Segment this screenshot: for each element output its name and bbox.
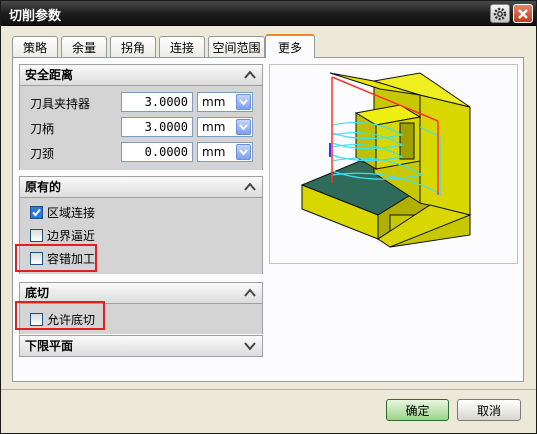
- section-title: 底切: [25, 286, 50, 300]
- footer-divider: [1, 389, 536, 390]
- chevron-up-icon[interactable]: [243, 179, 257, 195]
- preview-image: [269, 64, 518, 264]
- unit-value: mm: [202, 120, 226, 134]
- unit-value: mm: [202, 145, 226, 159]
- tab-containment[interactable]: 空间范围: [208, 36, 265, 57]
- chevron-down-icon[interactable]: [243, 338, 257, 354]
- section-title: 安全距离: [25, 68, 74, 82]
- cancel-button[interactable]: 取消: [457, 399, 521, 421]
- dialog-title: 切削参数: [9, 9, 62, 24]
- chevron-up-icon[interactable]: [243, 285, 257, 301]
- tab-corners[interactable]: 拐角: [110, 36, 156, 57]
- section-title: 原有的: [25, 180, 62, 194]
- ok-button[interactable]: 确定: [386, 399, 449, 421]
- gear-icon[interactable]: [490, 4, 510, 23]
- highlight-tolerant-machining: [15, 244, 97, 272]
- neck-unit-select[interactable]: mm: [197, 142, 253, 162]
- chevron-down-icon[interactable]: [236, 94, 251, 110]
- tool-holder-input[interactable]: 3.0000: [121, 92, 193, 112]
- section-legacy-header[interactable]: 原有的: [19, 176, 263, 198]
- region-connect-checkbox[interactable]: [30, 205, 43, 219]
- tool-holder-label: 刀具夹持器: [30, 97, 91, 111]
- shank-input[interactable]: 3.0000: [121, 117, 193, 137]
- tab-strategy[interactable]: 策略: [12, 36, 58, 57]
- boundary-approx-checkbox[interactable]: [30, 228, 43, 242]
- options-pane: 安全距离 刀具夹持器 3.0000 mm 刀柄 3.0000 mm 刀颈 0.0…: [15, 64, 263, 357]
- neck-input[interactable]: 0.0000: [121, 142, 193, 162]
- region-connect-label: 区域连接: [47, 205, 96, 220]
- boundary-approx-option[interactable]: 边界逼近: [30, 226, 95, 244]
- chevron-up-icon[interactable]: [243, 67, 257, 83]
- tab-more[interactable]: 更多: [265, 34, 315, 58]
- tab-connections[interactable]: 连接: [159, 36, 205, 57]
- tab-stock[interactable]: 余量: [61, 36, 107, 57]
- shank-label: 刀柄: [30, 122, 55, 136]
- unit-value: mm: [202, 95, 226, 109]
- neck-label: 刀颈: [30, 147, 55, 161]
- region-connect-option[interactable]: 区域连接: [30, 203, 95, 221]
- section-safety-clearance-body: 刀具夹持器 3.0000 mm 刀柄 3.0000 mm 刀颈 0.0000 m…: [19, 86, 263, 170]
- boundary-approx-label: 边界逼近: [47, 228, 96, 243]
- tab-panel-more: 安全距离 刀具夹持器 3.0000 mm 刀柄 3.0000 mm 刀颈 0.0…: [12, 57, 524, 382]
- title-bar[interactable]: 切削参数: [1, 1, 536, 26]
- close-icon[interactable]: [513, 4, 533, 23]
- highlight-allow-undercut: [15, 301, 105, 330]
- section-lower-limit-header[interactable]: 下限平面: [19, 335, 263, 357]
- chevron-down-icon[interactable]: [236, 144, 251, 160]
- section-safety-clearance-header[interactable]: 安全距离: [19, 64, 263, 86]
- chevron-down-icon[interactable]: [236, 119, 251, 135]
- cutting-parameters-dialog: 切削参数 策略 余量 拐角 连接 空间范围 更多 安全距离 刀具夹持器 3.00…: [0, 0, 537, 434]
- section-title: 下限平面: [25, 339, 74, 353]
- shank-unit-select[interactable]: mm: [197, 117, 253, 137]
- tool-holder-unit-select[interactable]: mm: [197, 92, 253, 112]
